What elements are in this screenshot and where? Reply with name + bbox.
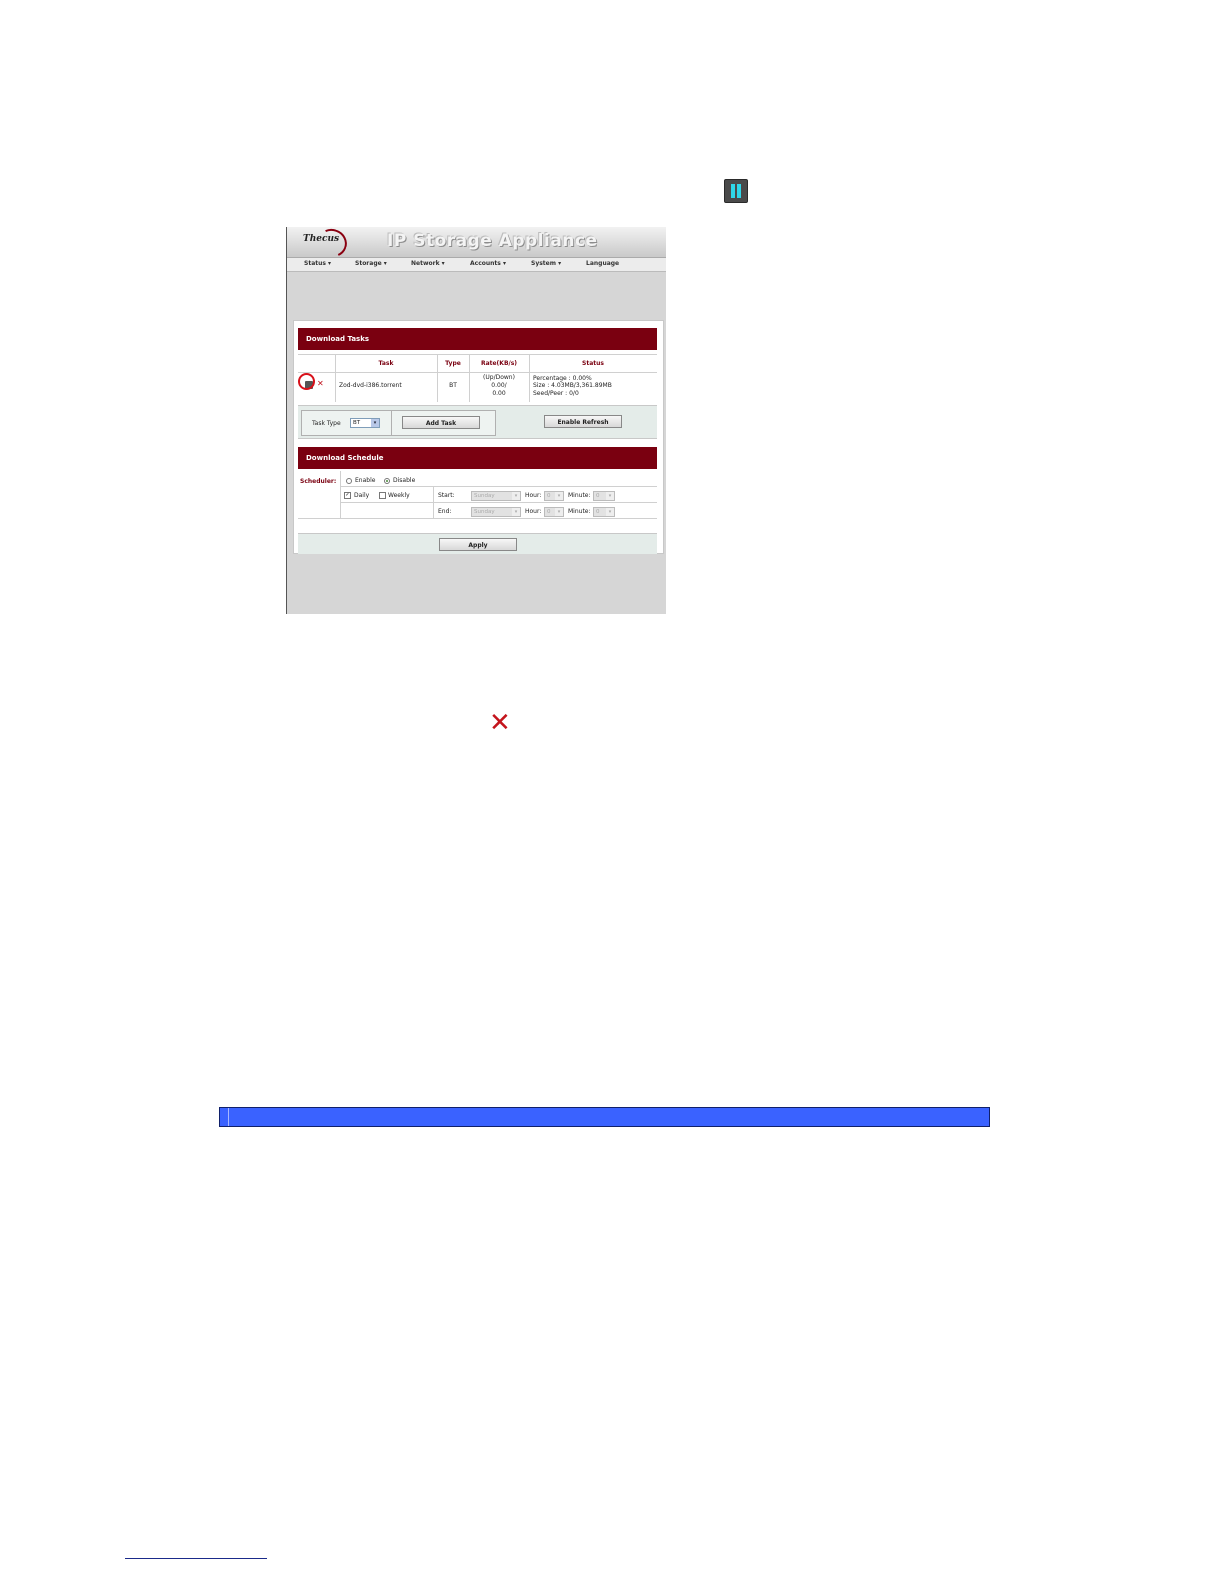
app-title: IP Storage Appliance	[387, 231, 598, 251]
start-hour-label: Hour:	[525, 492, 542, 499]
end-hour-label: Hour:	[525, 508, 542, 515]
scheduler-label: Scheduler:	[300, 478, 337, 485]
col-type: Type	[445, 360, 461, 367]
add-task-button[interactable]: Add Task	[402, 416, 480, 429]
task-toolbar: Task Type BT ▾ Add Task Enable Refresh	[298, 405, 657, 439]
menu-system[interactable]: System ▾	[531, 260, 561, 267]
menu-bar: Status ▾ Storage ▾ Network ▾ Accounts ▾ …	[287, 258, 666, 272]
section-heading-bar	[219, 1107, 990, 1127]
end-minute-select[interactable]: 0 ▾	[593, 507, 615, 517]
weekly-label: Weekly	[388, 492, 410, 499]
start-minute-select[interactable]: 0 ▾	[593, 491, 615, 501]
menu-accounts[interactable]: Accounts ▾	[470, 260, 506, 267]
pause-icon	[724, 179, 748, 203]
start-label: Start:	[438, 492, 455, 499]
task-type-label: Task Type	[312, 420, 341, 427]
daily-label: Daily	[354, 492, 370, 499]
enable-radio[interactable]	[346, 478, 352, 484]
apply-bar: Apply	[298, 533, 657, 554]
enable-refresh-button[interactable]: Enable Refresh	[544, 415, 622, 428]
menu-network[interactable]: Network ▾	[411, 260, 445, 267]
brand-logo: Thecus	[303, 234, 340, 244]
start-minute-label: Minute:	[568, 492, 591, 499]
enable-label: Enable	[355, 477, 376, 484]
logo-swoosh-icon	[313, 227, 351, 262]
daily-checkbox[interactable]: ✓	[344, 492, 351, 499]
col-status: Status	[582, 360, 604, 367]
app-banner: Thecus IP Storage Appliance	[287, 227, 666, 262]
task-rate-2: 0.00/	[491, 382, 507, 389]
col-task: Task	[378, 360, 394, 367]
disable-label: Disable	[393, 477, 416, 484]
task-name: Zod-dvd-i386.torrent	[339, 382, 402, 389]
apply-button[interactable]: Apply	[439, 538, 517, 551]
task-status-1: Percentage : 0.00%	[533, 375, 592, 382]
start-hour-select[interactable]: 0 ▾	[544, 491, 564, 501]
task-rate-1: (Up/Down)	[483, 374, 515, 381]
download-manager-screenshot: Thecus IP Storage Appliance Status ▾ Sto…	[286, 227, 666, 614]
end-day-select[interactable]: Sunday ▾	[471, 507, 521, 517]
delete-x-icon: ✕	[489, 708, 511, 738]
task-rate-3: 0.00	[492, 390, 506, 397]
end-label: End:	[438, 508, 452, 515]
task-status-2: Size : 4.03MB/3,361.89MB	[533, 382, 612, 389]
col-rate: Rate(KB/s)	[480, 360, 518, 367]
end-hour-select[interactable]: 0 ▾	[544, 507, 564, 517]
download-schedule-title: Download Schedule	[306, 454, 384, 462]
pause-highlight-circle	[298, 373, 315, 390]
download-tasks-title: Download Tasks	[306, 335, 370, 343]
task-type: BT	[449, 382, 457, 389]
row-delete-icon[interactable]: ✕	[317, 379, 324, 388]
weekly-checkbox[interactable]	[379, 492, 386, 499]
disable-radio[interactable]	[384, 478, 390, 484]
menu-language[interactable]: Language	[586, 260, 619, 267]
download-panel: Download Tasks Task Type Rate(KB/s) Stat…	[293, 320, 664, 554]
start-day-select[interactable]: Sunday ▾	[471, 491, 521, 501]
task-type-select[interactable]: BT ▾	[350, 418, 380, 428]
task-type-box: Task Type BT ▾ Add Task	[301, 410, 496, 436]
menu-status[interactable]: Status ▾	[304, 260, 331, 267]
end-minute-label: Minute:	[568, 508, 591, 515]
task-status-3: Seed/Peer : 0/0	[533, 390, 579, 397]
menu-storage[interactable]: Storage ▾	[355, 260, 387, 267]
download-tasks-header: Download Tasks	[298, 328, 657, 350]
download-schedule-header: Download Schedule	[298, 447, 657, 469]
footnote-separator	[125, 1558, 267, 1559]
